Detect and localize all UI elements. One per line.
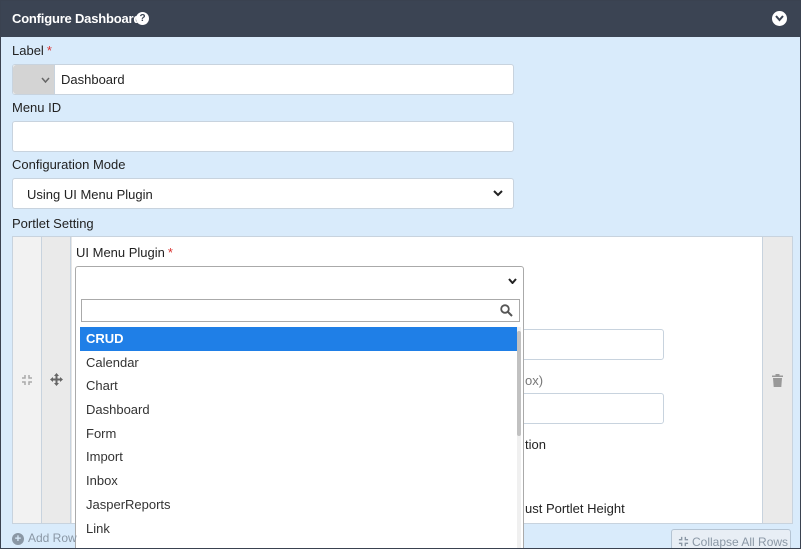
chevron-down-icon: [493, 190, 503, 197]
dropdown-option[interactable]: CRUD: [80, 327, 520, 351]
row-delete-column: [762, 237, 792, 523]
dropdown-search-input[interactable]: [81, 299, 520, 322]
panel-title: Configure Dashboard: [12, 11, 142, 26]
ui-menu-plugin-label: UI Menu Plugin *: [76, 245, 173, 260]
configuration-mode-value: Using UI Menu Plugin: [27, 187, 153, 202]
label-input-value: Dashboard: [61, 72, 125, 87]
ui-menu-plugin-label-text: UI Menu Plugin: [76, 245, 165, 260]
dropdown-scrollbar-thumb[interactable]: [517, 331, 521, 436]
dropdown-options-list: CRUD Calendar Chart Dashboard Form Impor…: [80, 327, 520, 540]
move-arrows-icon[interactable]: [50, 373, 63, 386]
configuration-mode-select[interactable]: Using UI Menu Plugin: [12, 178, 514, 209]
compress-icon: [678, 536, 689, 547]
compress-icon[interactable]: [21, 374, 33, 386]
label-input[interactable]: Dashboard: [12, 64, 514, 95]
dropdown-option[interactable]: Chart: [80, 374, 520, 398]
menu-id-input[interactable]: [12, 121, 514, 152]
collapse-all-rows-label: Collapse All Rows: [692, 535, 789, 549]
dropdown-option[interactable]: Form: [80, 422, 520, 446]
panel-header: Configure Dashboard ?: [1, 1, 800, 37]
ui-menu-plugin-select[interactable]: [75, 266, 524, 296]
question-circle-icon[interactable]: ?: [136, 12, 149, 25]
inbox-option-label: ox): [525, 373, 544, 388]
collapse-all-rows-button[interactable]: Collapse All Rows: [671, 529, 791, 549]
portlet-number-input[interactable]: [512, 393, 664, 424]
label-field-label: Label *: [12, 43, 52, 58]
dropdown-option[interactable]: Dashboard: [80, 398, 520, 422]
search-icon: [500, 304, 513, 317]
chevron-circle-down-icon[interactable]: [772, 11, 787, 26]
dropdown-option[interactable]: Import: [80, 445, 520, 469]
row-move-column: [42, 237, 71, 523]
plus-circle-icon: +: [12, 533, 24, 545]
dropdown-option[interactable]: JasperReports: [80, 493, 520, 517]
adjust-portlet-height-label: ust Portlet Height: [525, 501, 625, 516]
dropdown-option[interactable]: Inbox: [80, 469, 520, 493]
dropdown-option[interactable]: Link: [80, 517, 520, 541]
chevron-down-icon: [508, 278, 517, 284]
add-row-label: Add Row: [28, 531, 77, 545]
required-marker: *: [167, 245, 173, 260]
dropdown-option[interactable]: Calendar: [80, 351, 520, 375]
ui-menu-plugin-dropdown: CRUD Calendar Chart Dashboard Form Impor…: [75, 293, 524, 548]
trash-icon[interactable]: [772, 374, 783, 387]
row-handle-column: [13, 237, 42, 523]
label-field-label-text: Label: [12, 43, 44, 58]
chevron-down-icon: [41, 77, 50, 83]
icon-picker-button[interactable]: [13, 65, 55, 94]
required-marker: *: [46, 43, 52, 58]
configure-dashboard-panel: Configure Dashboard ? Label * Dashboard M…: [0, 0, 801, 549]
position-label: tion: [525, 437, 546, 452]
portlet-setting-label: Portlet Setting: [12, 216, 94, 231]
dropdown-scrollbar[interactable]: [517, 327, 521, 548]
menu-id-label: Menu ID: [12, 100, 62, 115]
portlet-text-input[interactable]: [512, 329, 664, 360]
add-row-button[interactable]: + Add Row: [12, 531, 77, 545]
configuration-mode-label: Configuration Mode: [12, 157, 126, 172]
